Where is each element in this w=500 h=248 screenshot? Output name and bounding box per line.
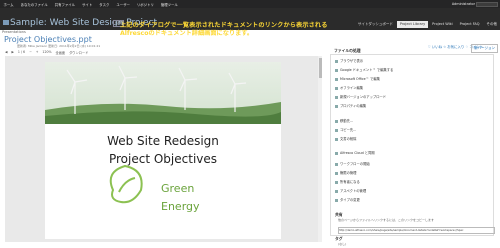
action-edit-offline[interactable]: オフライン編集 [335,85,363,90]
viewer-scrollbar-thumb[interactable] [318,58,322,78]
change-type-icon [335,198,338,202]
move-icon [335,119,338,123]
user-menu[interactable]: Administrator [452,2,475,6]
search-input[interactable] [476,1,498,7]
nav-project-wiki[interactable]: Project Wiki [429,21,455,28]
action-upload-new-version[interactable]: 新規バージョンのアップロード [335,94,386,99]
nav-project-faq[interactable]: Project FAQ [457,21,483,28]
zoom-out-button[interactable]: − [29,50,32,54]
upload-new-version-button[interactable]: 新バージョン [471,44,498,53]
action-manage-aspects[interactable]: アスペクトの管理 [335,188,366,193]
viewer-scrollbar[interactable] [318,56,322,242]
action-edit-google-docs[interactable]: Google ドキュメント™ で編集する [335,67,393,72]
action-label: 権限の管理 [340,171,357,175]
action-label: Microsoft Office™ で編集 [340,77,380,81]
nav-project-library[interactable]: Project Library [396,21,429,28]
site-nav: サイトダッシュボード Project Library Project Wiki … [354,21,500,28]
zoom-in-button[interactable]: + [36,50,39,54]
action-copy-to[interactable]: コピー先... [335,127,356,132]
annotation-banner-line2: Alfrescoのドキュメント詳細画面になります。 [120,30,254,37]
topbar-item-shared-files[interactable]: 共有ファイル [51,2,78,7]
aspects-icon [335,189,338,193]
slide-logo-text-line2: Energy [161,200,200,213]
page-indicator: 1 / 6 [17,50,26,54]
zoom-level[interactable]: 120% [42,50,51,54]
action-change-type[interactable]: タイプの変更 [335,197,360,202]
action-label: タイプの変更 [340,198,360,202]
global-top-bar: ホーム あなたのファイル 共有ファイル サイト タスク ユーザー リポジトリ 管… [0,0,500,8]
action-edit-properties[interactable]: プロパティの編集 [335,103,366,108]
slide-title-line1: Web Site Redesign [107,134,219,148]
action-label: Alfresco Cloud と同期 [340,151,375,155]
action-manage-permissions[interactable]: 権限の管理 [335,170,356,175]
action-view-in-browser[interactable]: ブラウザで表示 [335,58,363,63]
action-label: 新規バージョンのアップロード [340,95,387,99]
ownership-icon [335,180,338,184]
topbar-item-sites[interactable]: サイト [79,2,96,7]
document-viewer: Web Site Redesign Project Objectives Gre… [5,56,322,242]
copy-icon [335,128,338,132]
action-label: ワークフローの開始 [340,162,370,166]
tags-value: (なし) [338,242,347,246]
action-edit-office[interactable]: Microsoft Office™ で編集 [335,76,380,81]
edit-offline-icon [335,86,338,90]
action-label: オフライン編集 [340,86,364,90]
fullscreen-button[interactable]: 全画面 [56,50,66,55]
slide-title-line2: Project Objectives [108,152,218,166]
topbar-item-my-files[interactable]: あなたのファイル [17,2,51,7]
topbar-item-repository[interactable]: リポジトリ [133,2,157,7]
action-label: アスペクトの管理 [340,189,367,193]
download-button[interactable]: ダウンロード [69,50,88,55]
action-delete[interactable]: 文書の削除 [335,136,356,141]
nav-more[interactable]: その他 [484,21,500,28]
action-label: プロパティの編集 [340,104,367,108]
action-take-ownership[interactable]: 所有者になる [335,179,360,184]
topbar-item-users[interactable]: ユーザー [113,2,134,7]
slide-logo-text-line1: Green [161,182,195,195]
properties-icon [335,104,338,108]
browser-icon [335,59,338,63]
delete-icon [335,137,338,141]
action-sync-cloud[interactable]: Alfresco Cloud と同期 [335,150,375,155]
google-docs-icon [335,68,338,72]
action-label: 移動先... [340,119,354,123]
action-label: 所有者になる [340,180,360,184]
office-icon [335,77,338,81]
cloud-sync-icon [335,151,338,155]
workflow-icon [335,162,338,166]
action-label: 文書の削除 [340,137,357,141]
site-icon [3,20,9,25]
permissions-icon [335,171,338,175]
nav-site-dashboard[interactable]: サイトダッシュボード [355,21,396,28]
topbar-item-tasks[interactable]: タスク [96,2,113,7]
action-label: Google ドキュメント™ で編集する [340,68,394,72]
topbar-item-admin-tools[interactable]: 管理ツール [157,2,181,7]
prev-page-button[interactable]: ◀ [5,50,7,54]
action-move-to[interactable]: 移動先... [335,118,353,123]
next-page-button[interactable]: ▶ [11,50,13,54]
action-start-workflow[interactable]: ワークフローの開始 [335,161,370,166]
share-url-field[interactable]: http://demo.alfresco.com/share/page/site… [338,227,495,234]
actions-list: ブラウザで表示 Google ドキュメント™ で編集する Microsoft O… [330,54,494,236]
slide-preview: Web Site Redesign Project Objectives Gre… [45,62,281,239]
upload-icon [335,95,338,99]
share-note: 他のページからファイルへリンクするには、このリンクをコピーします [338,218,434,222]
document-title: Project Objectives.ppt [4,35,92,44]
action-label: ブラウザで表示 [340,59,364,63]
topbar-item-home[interactable]: ホーム [0,2,17,7]
breadcrumb[interactable]: Presentations [2,30,26,34]
action-label: コピー先... [340,128,357,132]
